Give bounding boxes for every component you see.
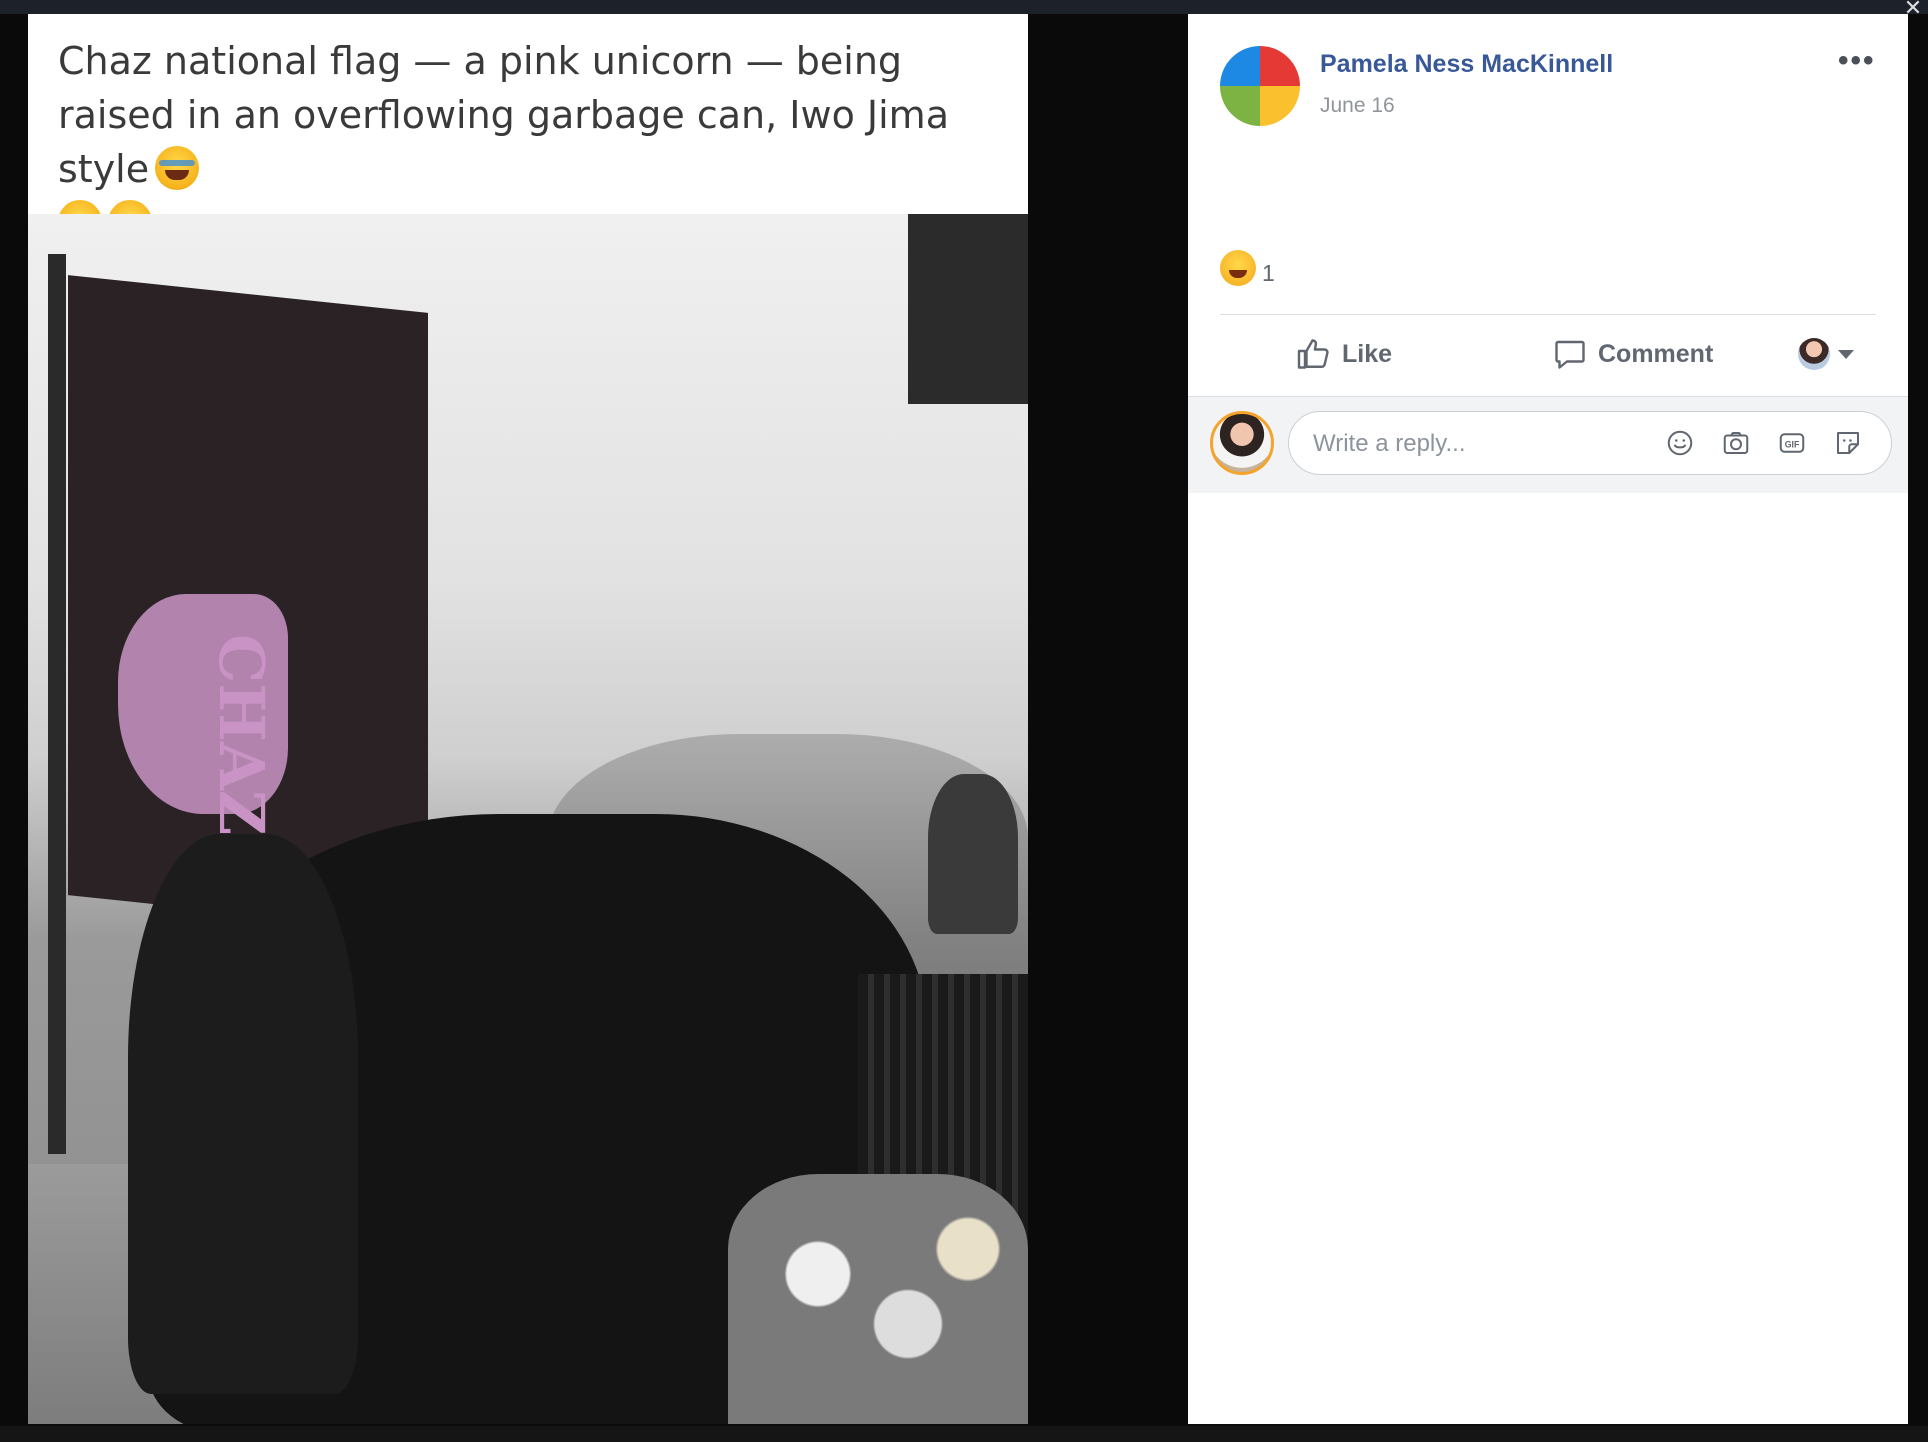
gif-icon[interactable]: GIF	[1777, 428, 1807, 458]
bottom-bar	[0, 1426, 1928, 1442]
author-name[interactable]: Pamela Ness MacKinnell	[1320, 50, 1613, 79]
rolling-on-floor-laughing-emoji-icon	[155, 146, 200, 190]
chevron-down-icon	[1838, 349, 1854, 359]
photographer-figure	[928, 774, 1018, 934]
like-label: Like	[1342, 339, 1393, 368]
post-sidebar: Pamela Ness MacKinnell June 16 ••• 1 Lik…	[1188, 14, 1908, 1424]
more-options-icon[interactable]: •••	[1838, 44, 1876, 78]
speech-bubble-icon	[1552, 336, 1588, 372]
traffic-signal	[908, 214, 1028, 404]
svg-text:GIF: GIF	[1785, 439, 1800, 449]
comment-label: Comment	[1598, 339, 1714, 368]
author-avatar[interactable]	[1220, 46, 1300, 126]
viewer-avatar	[1798, 338, 1830, 370]
action-bar: Like Comment	[1188, 324, 1908, 384]
post-as-selector[interactable]	[1798, 332, 1854, 376]
viewer-avatar-large[interactable]	[1210, 411, 1274, 475]
like-button[interactable]: Like	[1296, 332, 1392, 376]
camera-icon[interactable]	[1721, 428, 1751, 458]
protest-photo: CHAZ	[28, 214, 1028, 1424]
person-with-backpack	[128, 834, 358, 1394]
divider	[1220, 314, 1876, 315]
reply-placeholder: Write a reply...	[1313, 430, 1466, 457]
sticker-icon[interactable]	[1833, 428, 1863, 458]
smiley-icon[interactable]	[1665, 428, 1695, 458]
top-bar	[0, 0, 1928, 14]
thumbs-up-icon	[1296, 336, 1332, 372]
flag-lettering: CHAZ	[205, 634, 278, 836]
post-date[interactable]: June 16	[1320, 94, 1395, 118]
post-photo[interactable]: Chaz national flag — a pink unicorn — be…	[28, 14, 1028, 1424]
reaction-count[interactable]: 1	[1262, 260, 1275, 287]
overflowing-trash	[728, 1174, 1028, 1424]
comment-button[interactable]: Comment	[1552, 332, 1713, 376]
signal-pole	[48, 254, 66, 1154]
reply-input[interactable]: Write a reply... GIF	[1288, 411, 1892, 475]
reply-composer: Write a reply... GIF	[1188, 396, 1908, 493]
haha-reaction-icon[interactable]	[1220, 250, 1256, 286]
